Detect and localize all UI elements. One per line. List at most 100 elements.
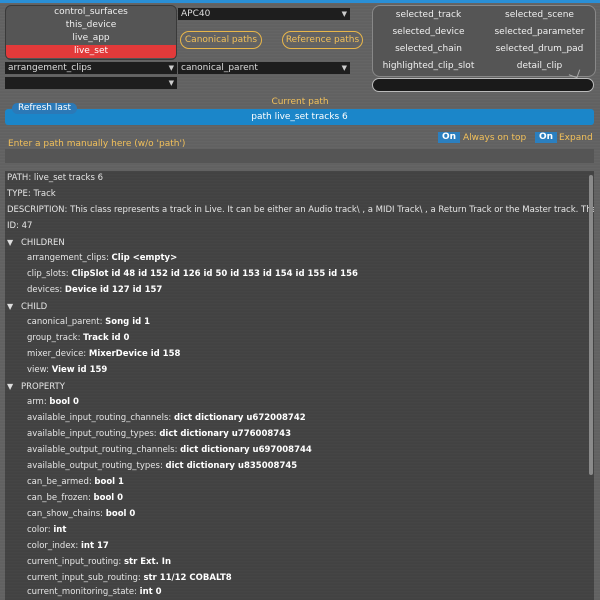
id-line: ID: 47	[7, 221, 33, 231]
property-row[interactable]: group_track: Track id 0	[27, 331, 129, 346]
property-key: group_track:	[27, 333, 81, 343]
property-key: can_show_chains:	[27, 509, 104, 519]
property-key: current_monitoring_state:	[27, 587, 137, 597]
object-info-panel[interactable]: PATH: live_set tracks 6 TYPE: Track DESC…	[5, 171, 594, 600]
property-value: bool 0	[93, 493, 124, 503]
property-row[interactable]: can_be_frozen: bool 0	[27, 491, 123, 506]
property-row[interactable]: can_be_armed: bool 1	[27, 475, 124, 490]
reference-item[interactable]: selected_track	[373, 7, 484, 24]
property-row[interactable]: current_monitoring_state: int 0	[27, 585, 162, 600]
property-value: int 0	[139, 587, 162, 597]
property-value: str 11/12 COBALT8	[143, 573, 232, 583]
property-key: clip_slots:	[27, 269, 69, 279]
property-value: MixerDevice id 158	[88, 349, 181, 359]
reference-item[interactable]: selected_scene	[484, 7, 595, 24]
property-row[interactable]: current_input_sub_routing: str 11/12 COB…	[27, 571, 232, 586]
current-path-bar[interactable]: path live_set tracks 6	[5, 109, 594, 125]
property-row[interactable]: available_input_routing_channels: dict d…	[27, 411, 306, 426]
property-row[interactable]: clip_slots: ClipSlot id 48 id 152 id 126…	[27, 267, 358, 282]
property-value: str Ext. In	[123, 557, 171, 567]
property-value: int	[53, 525, 67, 535]
property-key: available_output_routing_types:	[27, 461, 163, 471]
reference-item[interactable]: selected_drum_pad	[484, 41, 595, 58]
property-value: dict dictionary u776008743	[159, 429, 292, 439]
canonical-parent-dropdown-value: canonical_parent	[181, 63, 258, 73]
children-dropdown[interactable]: arrangement_clips ▼	[5, 62, 177, 74]
property-row[interactable]: arrangement_clips: Clip <empty>	[27, 251, 177, 266]
current-path-label: Current path	[271, 97, 329, 107]
property-row[interactable]: canonical_parent: Song id 1	[27, 315, 150, 330]
reference-item[interactable]: highlighted_clip_slot	[373, 58, 484, 75]
property-value: ClipSlot id 48 id 152 id 126 id 50 id 15…	[71, 269, 358, 279]
property-key: current_input_routing:	[27, 557, 122, 567]
surface-dropdown-value: APC40	[181, 9, 211, 19]
refresh-last-button[interactable]: Refresh last	[12, 103, 78, 114]
canonical-item-selected[interactable]: live_set	[6, 45, 176, 58]
triangle-down-icon[interactable]: ▼	[7, 235, 21, 250]
expand-label: Expand	[559, 133, 593, 143]
children-dropdown-value: arrangement_clips	[8, 63, 92, 73]
canonical-item[interactable]: control_surfaces	[6, 6, 176, 19]
chevron-down-icon: ▼	[168, 79, 174, 87]
section-header[interactable]: ▼ CHILDREN	[7, 235, 65, 250]
property-key: available_input_routing_types:	[27, 429, 157, 439]
section-header[interactable]: ▼ CHILD	[7, 299, 47, 314]
reference-item[interactable]: selected_chain	[373, 41, 484, 58]
property-key: color:	[27, 525, 51, 535]
property-row[interactable]: devices: Device id 127 id 157	[27, 283, 162, 298]
always-on-top-toggle[interactable]: On	[438, 132, 461, 143]
type-line: TYPE: Track	[7, 189, 56, 199]
chevron-down-icon: ▼	[341, 10, 347, 18]
manual-path-hint: Enter a path manually here (w/o 'path')	[8, 139, 186, 149]
section-title: PROPERTY	[21, 382, 65, 392]
property-value: Song id 1	[105, 317, 151, 327]
canonical-parent-dropdown[interactable]: canonical_parent ▼	[178, 62, 350, 74]
property-row[interactable]: available_output_routing_types: dict dic…	[27, 459, 297, 474]
canonical-path-list[interactable]: control_surfaces this_device live_app li…	[5, 5, 177, 60]
canonical-item[interactable]: live_app	[6, 32, 176, 45]
chevron-down-icon: ▼	[168, 64, 174, 72]
reference-path-list[interactable]: selected_track selected_scene selected_d…	[372, 5, 596, 77]
property-value: Clip <empty>	[111, 253, 178, 263]
chevron-down-icon: ▼	[341, 64, 347, 72]
property-row[interactable]: arm: bool 0	[27, 395, 79, 410]
surface-dropdown[interactable]: APC40 ▼	[178, 8, 350, 20]
property-value: bool 0	[49, 397, 79, 407]
triangle-down-icon[interactable]: ▼	[7, 299, 21, 314]
property-key: can_be_armed:	[27, 477, 92, 487]
secondary-dropdown[interactable]: ▼	[5, 77, 177, 89]
property-row[interactable]: available_output_routing_channels: dict …	[27, 443, 312, 458]
property-row[interactable]: mixer_device: MixerDevice id 158	[27, 347, 180, 362]
section-title: CHILDREN	[21, 238, 65, 248]
property-key: available_input_routing_channels:	[27, 413, 172, 423]
top-accent-bar	[0, 0, 600, 3]
property-key: arrangement_clips:	[27, 253, 109, 263]
property-row[interactable]: view: View id 159	[27, 363, 107, 378]
property-value: dict dictionary u697008744	[180, 445, 312, 455]
property-row[interactable]: color: int	[27, 523, 66, 538]
path-line: PATH: live_set tracks 6	[7, 173, 103, 183]
section-title: CHILD	[21, 302, 48, 312]
property-key: arm:	[27, 397, 47, 407]
property-key: available_output_routing_channels:	[27, 445, 178, 455]
manual-path-input[interactable]	[5, 149, 594, 163]
reference-item[interactable]: selected_parameter	[484, 24, 595, 41]
property-row[interactable]: can_show_chains: bool 0	[27, 507, 135, 522]
triangle-down-icon[interactable]: ▼	[7, 379, 21, 394]
canonical-item[interactable]: this_device	[6, 19, 176, 32]
property-value: bool 1	[94, 477, 124, 487]
property-value: dict dictionary u672008742	[173, 413, 306, 423]
description-line: DESCRIPTION: This class represents a tra…	[7, 205, 594, 215]
scrollbar[interactable]	[589, 175, 593, 475]
reference-item[interactable]: selected_device	[373, 24, 484, 41]
section-header[interactable]: ▼ PROPERTY	[7, 379, 65, 394]
reference-path-output	[372, 78, 594, 92]
property-row[interactable]: color_index: int 17	[27, 539, 109, 554]
property-key: devices:	[27, 285, 63, 295]
property-row[interactable]: available_input_routing_types: dict dict…	[27, 427, 291, 442]
expand-toggle[interactable]: On	[535, 132, 558, 143]
canonical-paths-label: Canonical paths	[180, 31, 262, 49]
property-row[interactable]: current_input_routing: str Ext. In	[27, 555, 171, 570]
property-value: Track id 0	[83, 333, 130, 343]
property-value: bool 0	[105, 509, 136, 519]
